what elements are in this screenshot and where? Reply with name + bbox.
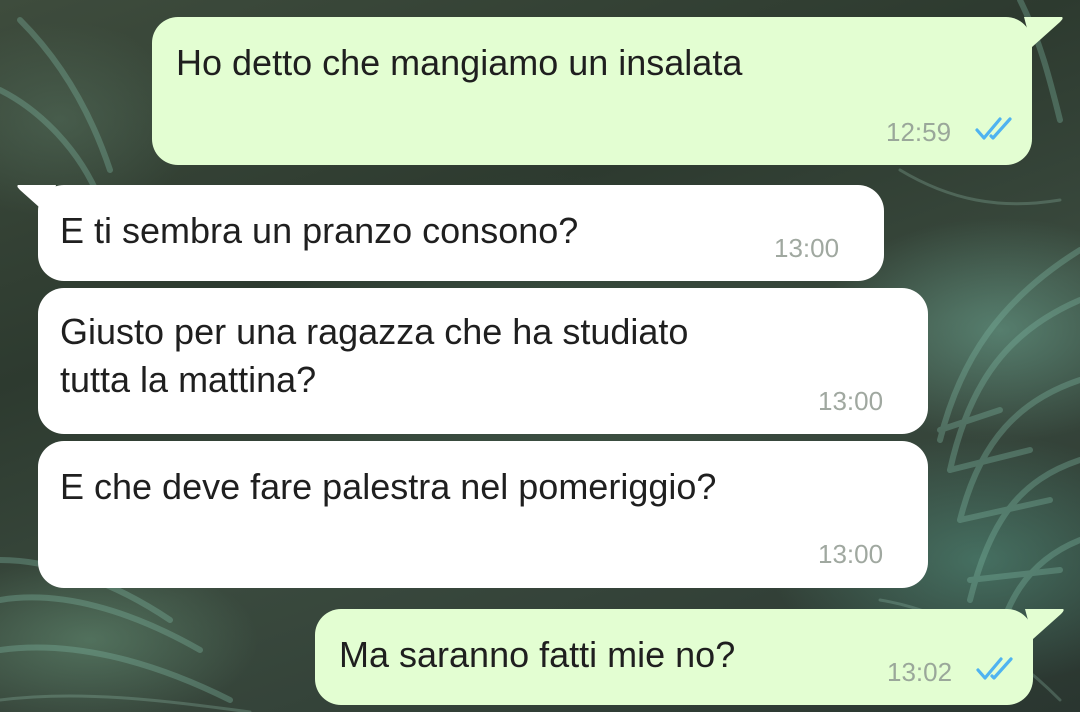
double-check-read-icon	[975, 117, 1012, 140]
message-text: Giusto per una ragazza che ha studiato t…	[60, 311, 689, 400]
bubble-tail-outgoing	[1025, 609, 1064, 639]
message-bubble-outgoing[interactable]: Ma saranno fatti mie no? 13:02	[315, 609, 1033, 705]
message-timestamp: 13:00	[818, 386, 884, 416]
message-text: E che deve fare palestra nel pomeriggio?	[60, 466, 717, 507]
message-text: Ma saranno fatti mie no?	[339, 634, 736, 675]
message-bubble-incoming[interactable]: E ti sembra un pranzo consono? 13:00	[38, 185, 884, 281]
message-text: E ti sembra un pranzo consono?	[60, 210, 579, 251]
message-bubble-outgoing[interactable]: Ho detto che mangiamo un insalata 12:59	[152, 17, 1032, 165]
message-timestamp: 13:00	[818, 539, 884, 569]
message-bubble-incoming[interactable]: E che deve fare palestra nel pomeriggio?…	[38, 441, 928, 588]
message-bubble-incoming[interactable]: Giusto per una ragazza che ha studiato t…	[38, 288, 928, 434]
chat-background: Ho detto che mangiamo un insalata 12:59 …	[0, 0, 1080, 712]
message-timestamp: 13:02	[887, 657, 953, 687]
bubble-tail-outgoing	[1024, 17, 1063, 47]
bubble-tail-incoming	[17, 185, 56, 215]
message-timestamp: 12:59	[886, 117, 952, 147]
message-timestamp: 13:00	[774, 233, 840, 263]
double-check-read-icon	[976, 657, 1013, 680]
message-text: Ho detto che mangiamo un insalata	[176, 42, 743, 83]
